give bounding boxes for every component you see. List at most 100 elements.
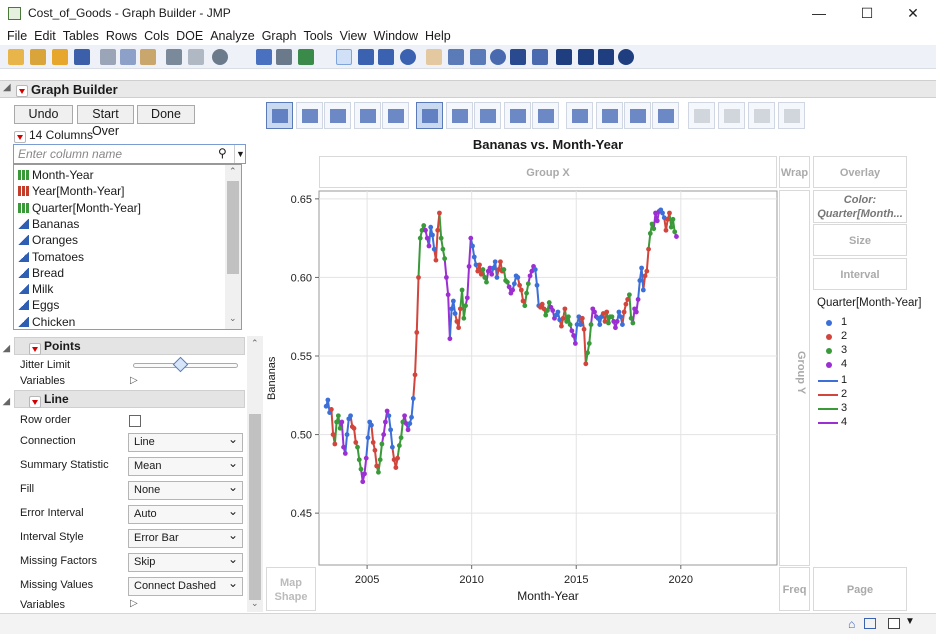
data-point bbox=[517, 282, 522, 288]
data-point bbox=[484, 279, 489, 285]
data-point bbox=[381, 432, 387, 437]
data-point bbox=[365, 435, 371, 441]
data-point bbox=[421, 223, 427, 228]
data-point bbox=[342, 451, 348, 456]
data-point bbox=[468, 235, 474, 241]
data-point bbox=[518, 287, 524, 293]
data-point bbox=[362, 471, 367, 477]
data-point bbox=[452, 311, 458, 316]
data-point bbox=[628, 315, 634, 321]
data-point bbox=[369, 422, 374, 428]
data-point bbox=[337, 425, 343, 431]
y-tick-label: 0.45 bbox=[291, 508, 312, 520]
data-point bbox=[405, 427, 411, 433]
data-point bbox=[555, 309, 561, 315]
data-point bbox=[360, 479, 366, 485]
data-point bbox=[654, 218, 660, 224]
data-point bbox=[466, 264, 472, 269]
data-point bbox=[649, 221, 655, 227]
y-tick-label: 0.65 bbox=[291, 194, 312, 206]
data-point bbox=[572, 341, 578, 346]
data-point bbox=[630, 320, 636, 326]
data-point bbox=[374, 463, 380, 469]
data-point bbox=[356, 457, 362, 463]
data-point bbox=[323, 403, 329, 409]
data-point bbox=[384, 408, 390, 414]
data-point bbox=[668, 224, 674, 230]
data-point bbox=[431, 246, 437, 252]
data-point bbox=[377, 457, 383, 463]
data-point bbox=[363, 455, 369, 461]
data-point bbox=[489, 271, 495, 277]
data-point bbox=[569, 328, 575, 334]
data-point bbox=[592, 309, 597, 315]
data-point bbox=[491, 265, 496, 271]
data-point bbox=[670, 216, 676, 222]
data-point bbox=[633, 309, 639, 315]
data-point bbox=[578, 322, 583, 327]
chart-canvas[interactable]: 0.45 0.50 0.55 0.60 0.65 2005 2010 2015 2020 bbox=[0, 0, 936, 634]
x-tick-label: 2010 bbox=[459, 574, 483, 586]
data-point bbox=[358, 466, 364, 472]
data-point bbox=[660, 210, 665, 216]
y-tick-label: 0.60 bbox=[291, 272, 312, 284]
data-point bbox=[376, 469, 381, 475]
data-point bbox=[606, 320, 611, 326]
data-point bbox=[409, 414, 414, 420]
data-point bbox=[412, 372, 418, 378]
data-point bbox=[515, 275, 521, 280]
y-tick-label: 0.55 bbox=[291, 351, 312, 363]
data-point bbox=[604, 309, 610, 315]
data-point bbox=[665, 216, 671, 222]
data-point bbox=[382, 419, 388, 425]
data-point bbox=[424, 235, 430, 241]
data-point bbox=[430, 232, 435, 238]
data-point bbox=[477, 262, 482, 268]
data-point bbox=[348, 413, 353, 419]
data-point bbox=[620, 322, 625, 327]
data-point bbox=[621, 309, 627, 315]
data-point bbox=[543, 312, 549, 318]
data-point bbox=[445, 292, 451, 298]
data-point bbox=[328, 407, 334, 412]
data-point bbox=[334, 419, 340, 425]
data-point bbox=[498, 259, 503, 265]
data-point bbox=[626, 292, 632, 298]
data-point bbox=[353, 440, 359, 445]
x-tick-label: 2015 bbox=[564, 574, 588, 586]
data-point bbox=[581, 326, 587, 332]
data-point bbox=[423, 227, 428, 233]
plot-frame bbox=[318, 190, 778, 566]
data-point bbox=[597, 322, 603, 327]
data-point bbox=[457, 306, 463, 312]
data-point bbox=[562, 306, 568, 312]
data-point bbox=[456, 325, 461, 331]
data-point bbox=[437, 210, 442, 216]
data-point bbox=[501, 267, 507, 272]
data-point bbox=[534, 282, 540, 288]
data-point bbox=[344, 432, 350, 437]
data-point bbox=[651, 226, 657, 232]
checkbox-icon[interactable] bbox=[888, 618, 900, 629]
data-point bbox=[583, 361, 589, 367]
data-point bbox=[370, 440, 376, 445]
data-point bbox=[372, 447, 378, 453]
data-point bbox=[511, 281, 517, 287]
window-list-icon[interactable] bbox=[864, 618, 876, 629]
home-icon[interactable]: ⌂ bbox=[848, 617, 855, 631]
data-point bbox=[674, 234, 679, 239]
data-point bbox=[325, 397, 331, 403]
data-point bbox=[417, 235, 423, 241]
data-point bbox=[616, 309, 622, 315]
data-point bbox=[464, 295, 470, 301]
data-point bbox=[480, 267, 486, 272]
data-point bbox=[388, 427, 394, 433]
status-bar: ⌂ ▼ bbox=[0, 613, 936, 634]
chevron-down-icon[interactable]: ▼ bbox=[905, 616, 915, 627]
data-point bbox=[389, 444, 395, 450]
data-point bbox=[463, 303, 468, 309]
data-point bbox=[539, 301, 545, 307]
data-point bbox=[609, 314, 615, 320]
data-point bbox=[492, 259, 498, 265]
data-point bbox=[647, 231, 653, 236]
